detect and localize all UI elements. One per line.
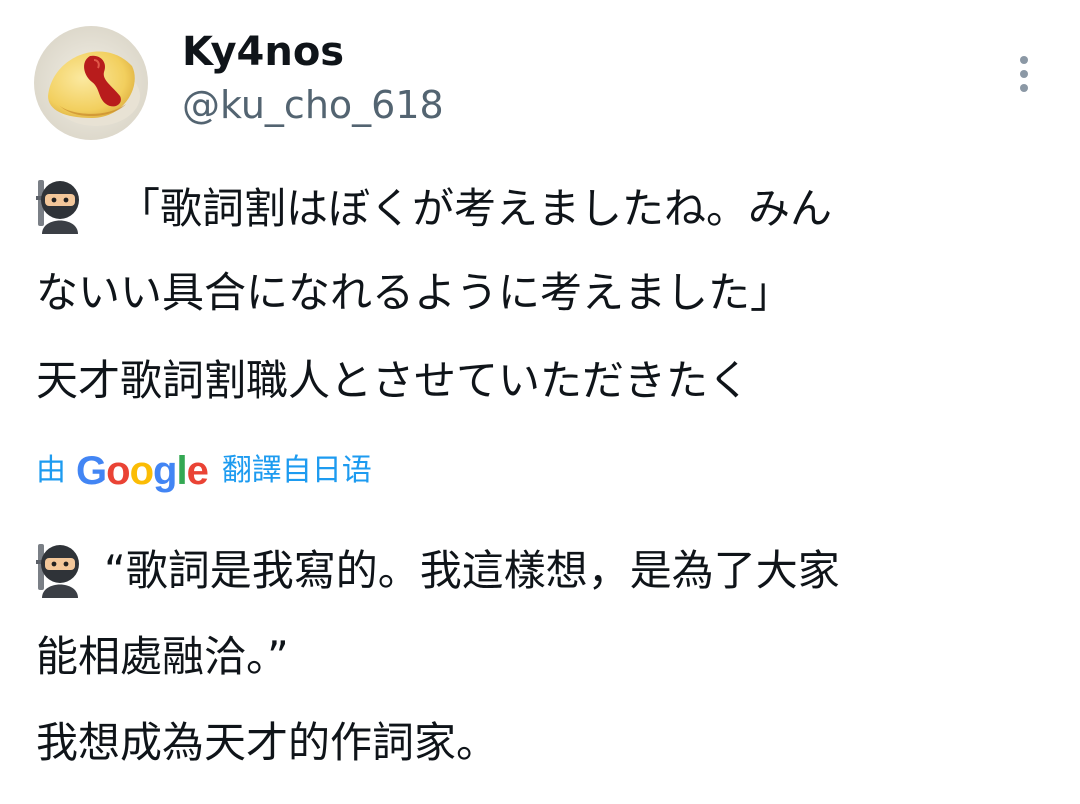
google-letter-o1: o — [106, 449, 130, 493]
google-logo: Google — [76, 449, 209, 493]
translated-text-line-2: 能相處融洽。” — [36, 632, 289, 681]
google-letter-g2: g — [153, 449, 177, 493]
translated-by-google-link[interactable]: 由 Google 翻譯自日语 — [36, 448, 372, 494]
more-vertical-icon — [1020, 56, 1028, 92]
more-options-button[interactable] — [1008, 52, 1040, 96]
original-text-line-2: ないい具合になれるように考えました」 — [36, 268, 793, 317]
ninja-emoji-icon — [36, 544, 79, 598]
handle[interactable]: @ku_cho_618 — [182, 82, 444, 128]
translated-text-line-3: 我想成為天才的作詞家。 — [36, 718, 499, 767]
translated-text-line-1: “歌詞是我寫的。我這樣想，是為了大家 — [104, 546, 840, 595]
ninja-emoji-icon — [36, 180, 79, 234]
google-letter-e: e — [186, 449, 209, 493]
google-letter-g: G — [76, 449, 107, 493]
omurice-avatar-icon — [34, 26, 148, 140]
avatar[interactable] — [34, 26, 148, 140]
original-text-line-1: 「歌詞割はぼくが考えましたね。みん — [118, 184, 833, 233]
google-letter-o2: o — [129, 449, 154, 493]
tweet: Ky4nos @ku_cho_618 「歌詞割はぼくが考えましたね。みん ないい… — [0, 0, 1080, 804]
translated-from-label: 翻譯自日语 — [221, 453, 372, 488]
translated-by-label: 由 — [36, 453, 66, 488]
google-letter-l: l — [176, 449, 187, 493]
original-text-line-3: 天才歌詞割職人とさせていただきたく — [36, 356, 751, 405]
display-name[interactable]: Ky4nos — [182, 28, 344, 76]
